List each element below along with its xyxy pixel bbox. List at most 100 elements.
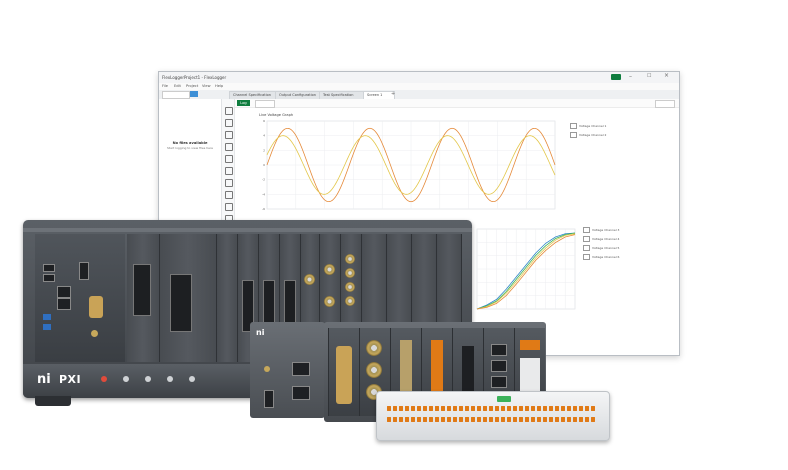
cdaq-module <box>328 328 359 416</box>
module-connector <box>170 274 192 332</box>
legend-checkbox[interactable] <box>570 123 577 129</box>
search-input[interactable] <box>162 91 190 99</box>
legend-checkbox[interactable] <box>583 245 590 251</box>
spring-terminal <box>520 340 540 350</box>
tab-test-specification[interactable]: Test Specification <box>319 91 365 99</box>
terminal-pin <box>591 417 595 422</box>
terminal-pin <box>471 406 475 411</box>
terminal-pin <box>405 406 409 411</box>
maximize-icon[interactable]: ☐ <box>647 73 651 79</box>
terminal-pin <box>561 417 565 422</box>
pxi-module <box>160 234 217 362</box>
terminal-pin <box>453 417 457 422</box>
window-title: FlexLoggerProject1 - FlexLogger <box>162 75 227 80</box>
menu-view[interactable]: View <box>202 84 211 88</box>
legend-checkbox[interactable] <box>583 254 590 260</box>
terminal-pin <box>573 406 577 411</box>
terminal-pin <box>555 406 559 411</box>
graph-icon[interactable] <box>225 131 233 139</box>
terminal-pin <box>531 417 535 422</box>
bnc-connector <box>345 254 355 264</box>
sync-connector <box>264 366 270 372</box>
terminal-pin <box>441 417 445 422</box>
log-button[interactable]: Log <box>237 100 250 106</box>
terminal-pin <box>483 417 487 422</box>
terminal-pin <box>525 406 529 411</box>
pxi-module <box>127 234 160 362</box>
terminal-pin <box>567 417 571 422</box>
terminal-pin <box>501 406 505 411</box>
terminal-pin <box>501 417 505 422</box>
image-icon[interactable] <box>225 179 233 187</box>
y-tick-label: -2 <box>262 178 265 182</box>
terminal-pin <box>537 406 541 411</box>
terminal-pin <box>567 406 571 411</box>
terminal-block <box>462 346 474 396</box>
terminal-pin <box>513 406 517 411</box>
ethernet-port <box>292 362 310 376</box>
terminal-pin <box>399 406 403 411</box>
menu-bar: File Edit Project View Help <box>159 83 679 90</box>
usb-port <box>264 390 274 408</box>
menu-file[interactable]: File <box>162 84 168 88</box>
terminal-pin <box>543 406 547 411</box>
chart-icon[interactable] <box>225 155 233 163</box>
add-tab-icon[interactable]: + <box>391 91 395 97</box>
text-icon[interactable] <box>225 167 233 175</box>
table-icon[interactable] <box>225 203 233 211</box>
menu-project[interactable]: Project <box>186 84 198 88</box>
zoom-dropdown[interactable] <box>655 100 675 108</box>
terminal-pin <box>549 417 553 422</box>
terminal-pin <box>453 406 457 411</box>
tab-output-configuration[interactable]: Output Configuration <box>275 91 321 99</box>
power-button[interactable] <box>101 376 107 382</box>
terminal-pin <box>591 406 595 411</box>
ni-logo: ni <box>37 372 51 387</box>
screen-toolbar: Log <box>235 99 679 108</box>
bnc-connector <box>304 274 315 285</box>
ramp-chart[interactable] <box>467 225 577 317</box>
voltage-chart[interactable]: 6 4 2 0 -2 -4 -6 <box>257 117 557 217</box>
terminal-pin <box>471 417 475 422</box>
legend-checkbox[interactable] <box>570 132 577 138</box>
chassis-top-rail <box>23 228 472 232</box>
numeric-icon[interactable] <box>225 143 233 151</box>
terminal-pin <box>465 406 469 411</box>
terminal-pin <box>477 406 481 411</box>
terminal-pin <box>435 417 439 422</box>
menu-edit[interactable]: Edit <box>174 84 181 88</box>
legend-checkbox[interactable] <box>583 227 590 233</box>
rj45-port <box>491 344 507 356</box>
gauge-icon[interactable] <box>225 119 233 127</box>
terminal-pin <box>585 406 589 411</box>
terminal-pin <box>447 417 451 422</box>
terminal-pin <box>495 406 499 411</box>
log-dropdown[interactable] <box>255 100 275 108</box>
terminal-pin <box>459 417 463 422</box>
legend-checkbox[interactable] <box>583 236 590 242</box>
menu-help[interactable]: Help <box>215 84 223 88</box>
terminal-pin <box>519 417 523 422</box>
close-icon[interactable]: × <box>664 72 669 79</box>
terminal-pin <box>429 417 433 422</box>
terminal-pins <box>387 406 599 426</box>
bnc-connector <box>324 296 335 307</box>
files-button[interactable] <box>190 91 198 97</box>
tab-channel-specification[interactable]: Channel Specification <box>229 91 277 99</box>
terminal-pin <box>489 417 493 422</box>
terminal-pin <box>465 417 469 422</box>
terminal-pin <box>423 406 427 411</box>
cdaq-controller: ni <box>250 322 325 418</box>
chart1-legend-item: Voltage Channel 1 <box>570 123 606 129</box>
terminal-pin <box>585 417 589 422</box>
no-files-hint: Start logging to view files here <box>166 146 214 150</box>
minimize-icon[interactable]: – <box>629 73 632 80</box>
usb-port <box>43 264 55 272</box>
chart1-legend-item: Voltage Channel 2 <box>570 132 606 138</box>
terminal-pin <box>435 406 439 411</box>
terminal-pin <box>411 417 415 422</box>
switch-icon[interactable] <box>225 191 233 199</box>
pointer-icon[interactable] <box>225 107 233 115</box>
terminal-pin <box>399 417 403 422</box>
terminal-pin <box>579 417 583 422</box>
